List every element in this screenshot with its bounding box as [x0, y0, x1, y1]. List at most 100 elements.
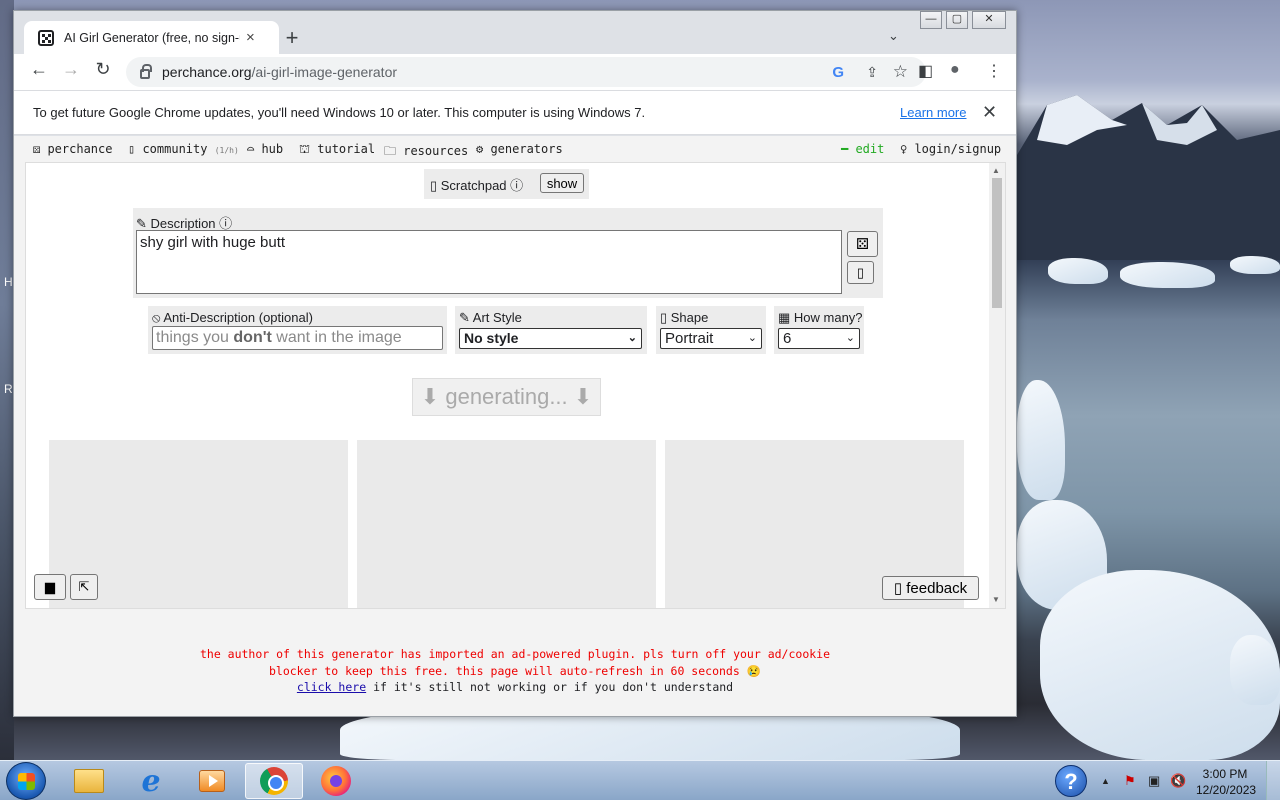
shape-panel: ▯ Shape Portrait ⌄ — [656, 306, 766, 354]
tab-close-icon[interactable]: × — [246, 29, 255, 46]
chevron-down-icon: ⌄ — [845, 332, 855, 344]
action-center-flag-icon[interactable]: ⚑ — [1124, 773, 1136, 789]
taskbar-ie[interactable]: e — [122, 763, 180, 799]
ad-notice-line3: click here if it's still not working or … — [14, 679, 1016, 696]
how-many-panel: ▦ How many? 6 ⌄ — [774, 306, 864, 354]
clock[interactable]: 3:00 PM 12/20/2023 — [1196, 766, 1256, 798]
nav-login[interactable]: ♀ login/signup — [900, 142, 1001, 156]
update-infobar: To get future Google Chrome updates, you… — [14, 90, 1016, 135]
back-button[interactable]: ← — [26, 59, 52, 80]
anti-placeholder-pre: things you — [156, 329, 234, 346]
taskbar-firefox[interactable] — [307, 763, 365, 799]
firefox-icon — [321, 766, 351, 796]
side-panel-icon[interactable]: ◧ — [918, 61, 933, 81]
copy-button[interactable]: ▯ — [847, 261, 874, 284]
network-icon[interactable]: ▣ — [1148, 773, 1160, 789]
anti-description-panel: ⦸ Anti-Description (optional) things you… — [148, 306, 447, 354]
browser-toolbar: ← → ↻ perchance.org/ai-girl-image-genera… — [14, 54, 1016, 90]
infobar-text: To get future Google Chrome updates, you… — [33, 105, 646, 120]
url-path: /ai-girl-image-generator — [251, 64, 398, 80]
profile-avatar-icon[interactable]: ● — [950, 61, 960, 79]
site-nav: ⚄ perchance ▯ community (1/h) ⌓ hub ⛫ tu… — [14, 136, 1016, 160]
share-icon[interactable]: ⇪ — [866, 64, 878, 81]
nav-hub[interactable]: ⌓ hub — [247, 142, 283, 156]
chrome-menu-icon[interactable]: ⋮ — [986, 61, 1002, 81]
desktop-icon-label: H — [4, 275, 13, 289]
anti-description-label: ⦸ Anti-Description (optional) — [152, 310, 313, 325]
anti-placeholder-bold: don't — [233, 329, 272, 346]
taskbar-media-player[interactable] — [183, 763, 241, 799]
ad-notice-line2: blocker to keep this free. this page wil… — [268, 663, 762, 678]
lock-icon[interactable] — [140, 64, 152, 79]
scratchpad-show-button[interactable]: show — [540, 173, 584, 193]
chevron-down-icon: ⌄ — [747, 332, 757, 344]
how-many-select[interactable]: 6 ⌄ — [778, 328, 860, 349]
tab-search-icon[interactable]: ⌄ — [888, 28, 899, 44]
nav-perchance[interactable]: ⚄ perchance — [33, 142, 112, 156]
nav-community[interactable]: ▯ community (1/h) — [128, 142, 239, 156]
shape-select[interactable]: Portrait ⌄ — [660, 328, 762, 349]
browser-window: AI Girl Generator (free, no sign-up, unl… — [13, 10, 1017, 717]
minimize-button[interactable]: — — [920, 11, 942, 29]
infobar-close-icon[interactable]: ✕ — [982, 102, 997, 123]
shape-value: Portrait — [665, 330, 714, 347]
learn-more-link[interactable]: Learn more — [900, 105, 966, 120]
nav-edit[interactable]: ━ edit — [841, 142, 884, 156]
desktop-icon-label: R — [4, 382, 13, 396]
description-panel: ✎ Description ⓘ shy girl with huge butt … — [133, 208, 883, 298]
internet-explorer-icon: e — [141, 763, 161, 799]
generator-frame: ▯ Scratchpad ⓘ show ✎ Description ⓘ shy … — [25, 162, 1006, 609]
tab-active[interactable]: AI Girl Generator (free, no sign-up, unl… — [24, 21, 279, 54]
gallery-button[interactable]: ▆ — [34, 574, 66, 600]
generate-button[interactable]: ⬇ generating... ⬇ — [412, 378, 601, 416]
web-page: ⚄ perchance ▯ community (1/h) ⌓ hub ⛫ tu… — [14, 136, 1016, 716]
close-window-button[interactable]: ✕ — [972, 11, 1006, 29]
art-style-label: ✎ Art Style — [459, 310, 522, 325]
scroll-up-icon[interactable]: ▲ — [992, 166, 1000, 175]
nav-tutorial[interactable]: ⛫ tutorial — [299, 142, 375, 158]
nav-resources[interactable]: 🗀 resources — [384, 142, 468, 163]
nav-generators[interactable]: ⚙ generators — [476, 142, 563, 156]
clock-time: 3:00 PM — [1202, 767, 1248, 781]
help-icon[interactable]: ? — [1055, 765, 1087, 797]
desktop-ice — [1230, 256, 1280, 274]
description-textarea[interactable]: shy girl with huge butt — [136, 230, 842, 294]
google-lens-icon[interactable]: G — [832, 64, 844, 81]
start-button[interactable] — [6, 762, 46, 800]
url-host: perchance.org — [162, 64, 252, 80]
address-bar[interactable]: perchance.org/ai-girl-image-generator G … — [126, 57, 926, 87]
scratchpad-label: ▯ Scratchpad ⓘ — [430, 177, 524, 193]
folder-icon — [74, 769, 104, 793]
ad-notice-line3-text: if it's still not working or if you don'… — [366, 680, 734, 694]
how-many-label: ▦ How many? — [778, 310, 863, 325]
maximize-button[interactable]: ▢ — [946, 11, 968, 29]
tab-title: AI Girl Generator (free, no sign-up, unl… — [64, 30, 240, 45]
tray-expand-icon[interactable]: ▲ — [1101, 776, 1110, 786]
randomize-dice-button[interactable]: ⚄ — [847, 231, 878, 257]
taskbar: e ? ▲ ⚑ ▣ 🔇 3:00 PM 12/20/2023 — [0, 760, 1280, 800]
bookmark-star-icon[interactable]: ☆ — [893, 62, 908, 82]
volume-muted-icon[interactable]: 🔇 — [1170, 773, 1186, 789]
desktop-ice — [1048, 258, 1108, 284]
forward-button[interactable]: → — [58, 59, 84, 80]
art-style-panel: ✎ Art Style No style ⌄ — [455, 306, 647, 354]
art-style-value: No style — [464, 330, 519, 346]
scrollbar-thumb[interactable] — [992, 178, 1002, 308]
anti-description-input[interactable]: things you don't want in the image — [152, 326, 443, 350]
new-tab-button[interactable]: + — [278, 25, 306, 51]
taskbar-explorer[interactable] — [60, 763, 118, 799]
click-here-link[interactable]: click here — [297, 680, 366, 694]
art-style-select[interactable]: No style ⌄ — [459, 328, 642, 349]
taskbar-chrome[interactable] — [245, 763, 303, 799]
frame-scrollbar[interactable]: ▲ ▼ — [989, 163, 1005, 608]
chrome-icon — [260, 767, 288, 795]
reload-button[interactable]: ↻ — [90, 59, 116, 80]
feedback-button[interactable]: ▯ feedback — [882, 576, 979, 600]
scroll-top-button[interactable]: ⇱ — [70, 574, 98, 600]
tab-strip: AI Girl Generator (free, no sign-up, unl… — [14, 11, 1016, 54]
desktop-mountains — [1017, 95, 1280, 260]
desktop-ice — [1120, 262, 1215, 288]
scratchpad-bar: ▯ Scratchpad ⓘ show — [424, 169, 589, 199]
scroll-down-icon[interactable]: ▼ — [992, 595, 1000, 604]
show-desktop-button[interactable] — [1266, 761, 1280, 800]
